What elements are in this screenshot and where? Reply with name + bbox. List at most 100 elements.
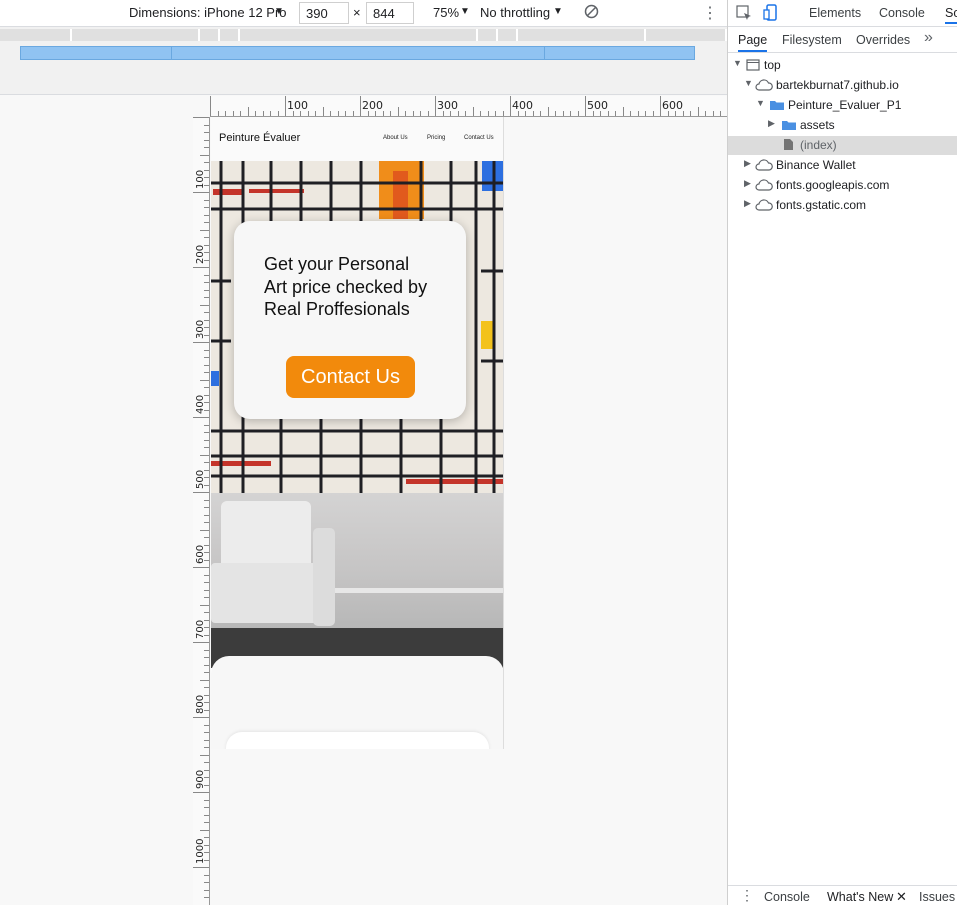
ruler-tick bbox=[510, 96, 511, 116]
ruler-tick bbox=[204, 237, 209, 238]
more-tabs-icon[interactable]: » bbox=[924, 29, 933, 47]
ruler-tick bbox=[193, 492, 209, 493]
zoom-select[interactable]: 75% bbox=[433, 5, 459, 20]
drawer-menu-icon[interactable]: ⋮ bbox=[740, 887, 754, 904]
nav-pricing-link[interactable]: Pricing bbox=[427, 135, 445, 141]
ruler-label: 300 bbox=[195, 319, 206, 339]
drawer-tab-issues[interactable]: Issues bbox=[919, 890, 955, 904]
ruler-tick bbox=[204, 207, 209, 208]
ruler-tick bbox=[487, 111, 489, 116]
ruler-tick bbox=[570, 111, 571, 116]
nav-about-link[interactable]: About Us bbox=[383, 135, 408, 141]
site-brand[interactable]: Peinture Évaluer bbox=[219, 132, 300, 144]
media-query-segment[interactable] bbox=[72, 29, 200, 41]
ruler-tick bbox=[277, 111, 279, 116]
ruler-label: 500 bbox=[195, 469, 206, 489]
horizontal-ruler: 100 200 300 400 500 600 bbox=[210, 96, 727, 117]
tree-item-project-folder[interactable]: Peinture_Evaluer_P1 bbox=[788, 98, 901, 112]
dimensions-select[interactable]: Dimensions: iPhone 12 Pro bbox=[129, 5, 287, 20]
close-icon[interactable]: ✕ bbox=[896, 889, 907, 905]
tree-item-binance[interactable]: Binance Wallet bbox=[776, 158, 856, 172]
media-query-segment[interactable] bbox=[518, 29, 646, 41]
ruler-tick bbox=[204, 124, 209, 126]
nav-contact-link[interactable]: Contact Us bbox=[464, 135, 494, 141]
expanded-arrow-icon[interactable]: ▼ bbox=[733, 58, 742, 68]
ruler-tick bbox=[712, 111, 714, 116]
ruler-tick bbox=[547, 107, 549, 116]
media-query-segment[interactable] bbox=[478, 29, 498, 41]
height-input[interactable]: 844 bbox=[366, 2, 414, 24]
ruler-label: 700 bbox=[195, 619, 206, 639]
ruler-tick bbox=[465, 111, 466, 116]
ruler-tick bbox=[204, 747, 209, 748]
drawer-tabbar: ⋮ Console What's New ✕ Issues bbox=[728, 885, 957, 905]
devtools-tabbar: Elements Console So bbox=[728, 0, 957, 27]
more-options-icon[interactable]: ⋮ bbox=[702, 3, 718, 23]
throttling-select[interactable]: No throttling bbox=[480, 5, 550, 20]
ruler-tick bbox=[555, 111, 556, 116]
tab-elements[interactable]: Elements bbox=[809, 6, 861, 20]
tree-item-index[interactable]: (index) bbox=[800, 138, 837, 152]
drawer-tab-console[interactable]: Console bbox=[764, 890, 810, 904]
media-query-segment[interactable] bbox=[220, 29, 240, 41]
device-toolbar-icon[interactable] bbox=[763, 4, 779, 25]
ruler-tick bbox=[285, 96, 286, 116]
tree-item-googleapis[interactable]: fonts.googleapis.com bbox=[776, 178, 889, 192]
ruler-tick bbox=[193, 267, 209, 268]
media-query-segment[interactable] bbox=[498, 29, 518, 41]
ruler-tick bbox=[204, 372, 209, 373]
ruler-tick bbox=[622, 107, 624, 116]
tree-item-gstatic[interactable]: fonts.gstatic.com bbox=[776, 198, 866, 212]
drawer-tab-whats-new[interactable]: What's New bbox=[827, 890, 893, 904]
media-query-segment[interactable] bbox=[0, 29, 72, 41]
ruler-tick bbox=[204, 424, 209, 426]
ruler-tick bbox=[204, 537, 209, 538]
ruler-tick bbox=[204, 664, 209, 666]
content-card bbox=[226, 732, 489, 749]
tree-item-top[interactable]: top bbox=[764, 58, 781, 72]
expanded-arrow-icon[interactable]: ▼ bbox=[744, 78, 753, 88]
ruler-label: 400 bbox=[195, 394, 206, 414]
collapsed-arrow-icon[interactable]: ▶ bbox=[744, 178, 751, 189]
folder-icon bbox=[781, 119, 797, 134]
subtab-page[interactable]: Page bbox=[738, 33, 768, 52]
ruler-tick bbox=[204, 597, 209, 598]
ruler-tick bbox=[645, 111, 646, 116]
collapsed-arrow-icon[interactable]: ▶ bbox=[768, 118, 775, 129]
collapsed-arrow-icon[interactable]: ▶ bbox=[744, 158, 751, 169]
ruler-tick bbox=[193, 342, 209, 343]
tab-console[interactable]: Console bbox=[879, 6, 925, 20]
subtab-overrides[interactable]: Overrides bbox=[856, 33, 910, 47]
width-input[interactable]: 390 bbox=[299, 2, 349, 24]
ruler-tick bbox=[204, 897, 209, 898]
ruler-tick bbox=[240, 111, 241, 116]
ruler-tick bbox=[204, 139, 209, 141]
wall-baseboard bbox=[335, 588, 503, 593]
cloud-icon bbox=[755, 79, 773, 94]
ruler-tick bbox=[204, 807, 209, 808]
media-query-bar[interactable] bbox=[171, 46, 545, 60]
tree-item-assets[interactable]: assets bbox=[800, 118, 835, 132]
subtab-filesystem[interactable]: Filesystem bbox=[782, 33, 842, 47]
media-query-bar[interactable] bbox=[20, 46, 172, 60]
ruler-label: 600 bbox=[662, 99, 683, 112]
folder-icon bbox=[769, 99, 785, 114]
media-query-bar[interactable] bbox=[544, 46, 695, 60]
media-query-segment[interactable] bbox=[240, 29, 478, 41]
collapsed-arrow-icon[interactable]: ▶ bbox=[744, 198, 751, 209]
rotate-icon[interactable] bbox=[584, 4, 599, 22]
ruler-tick bbox=[204, 874, 209, 876]
ruler-label: 200 bbox=[195, 244, 206, 264]
expanded-arrow-icon[interactable]: ▼ bbox=[756, 98, 765, 108]
cloud-icon bbox=[755, 179, 773, 194]
tab-sources[interactable]: So bbox=[945, 6, 957, 24]
tree-item-domain[interactable]: bartekburnat7.github.io bbox=[776, 78, 899, 92]
media-query-segment[interactable] bbox=[646, 29, 727, 41]
ruler-tick bbox=[315, 111, 316, 116]
media-query-segment[interactable] bbox=[200, 29, 220, 41]
ruler-tick bbox=[193, 117, 209, 118]
ruler-tick bbox=[204, 799, 209, 801]
ruler-tick bbox=[204, 582, 209, 583]
inspect-element-icon[interactable] bbox=[736, 5, 752, 24]
contact-us-button[interactable]: Contact Us bbox=[286, 356, 415, 398]
